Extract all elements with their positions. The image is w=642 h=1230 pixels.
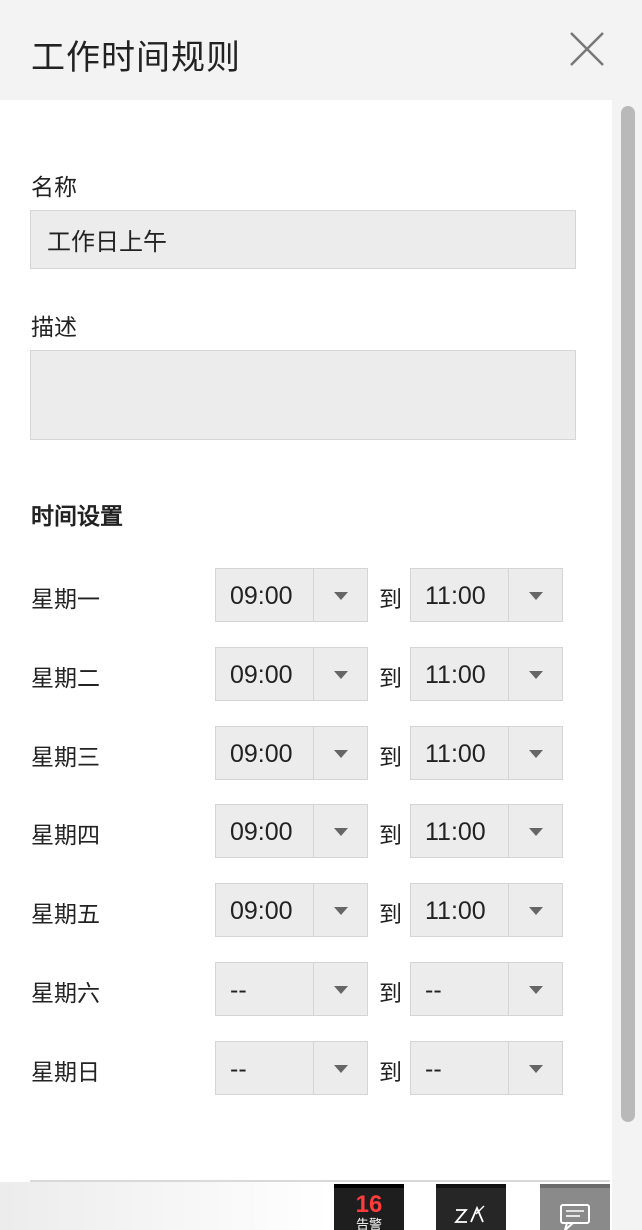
end-time-value: 11:00 [425,661,486,689]
end-time-dropdown-button[interactable] [508,805,562,857]
end-time-dropdown-button[interactable] [508,963,562,1015]
end-time-dropdown-button[interactable] [508,648,562,700]
to-label: 到 [379,981,402,1007]
to-label: 到 [379,823,402,849]
chevron-down-icon [529,592,543,600]
to-label: 到 [379,902,402,928]
day-label: 星期二 [31,666,100,692]
chat-button[interactable] [540,1184,610,1230]
start-time-dropdown-button[interactable] [313,805,367,857]
chevron-down-icon [529,986,543,994]
chevron-down-icon [529,828,543,836]
chevron-down-icon [334,907,348,915]
start-time-value: -- [230,1055,247,1083]
start-time-select[interactable]: 09:00 [215,647,368,701]
close-icon [570,32,604,66]
end-time-select[interactable]: 11:00 [410,568,563,622]
to-label: 到 [379,745,402,771]
start-time-select[interactable]: 09:00 [215,804,368,858]
chevron-down-icon [334,592,348,600]
end-time-value: 11:00 [425,897,486,925]
chevron-down-icon [529,907,543,915]
start-time-dropdown-button[interactable] [313,727,367,779]
chevron-down-icon [334,828,348,836]
start-time-select[interactable]: 09:00 [215,568,368,622]
end-time-dropdown-button[interactable] [508,884,562,936]
dialog-header: 工作时间规则 [0,0,642,100]
start-time-value: 09:00 [230,897,293,925]
end-time-dropdown-button[interactable] [508,727,562,779]
end-time-dropdown-button[interactable] [508,569,562,621]
start-time-value: 09:00 [230,818,293,846]
start-time-value: -- [230,976,247,1004]
end-time-dropdown-button[interactable] [508,1042,562,1094]
name-input[interactable] [30,210,576,269]
to-label: 到 [379,587,402,613]
day-label: 星期六 [31,981,100,1007]
end-time-select[interactable]: -- [410,962,563,1016]
scrollbar-thumb[interactable] [621,106,635,1122]
day-label: 星期日 [31,1060,100,1086]
footer-divider [30,1180,610,1182]
start-time-value: 09:00 [230,582,293,610]
footer-shadow [0,1182,330,1230]
time-settings-title: 时间设置 [31,504,123,530]
end-time-value: 11:00 [425,582,486,610]
dialog-title: 工作时间规则 [31,38,241,78]
start-time-select[interactable]: -- [215,962,368,1016]
alarm-button[interactable]: 16 告警 [334,1184,404,1230]
day-label: 星期三 [31,745,100,771]
start-time-dropdown-button[interactable] [313,569,367,621]
alarm-count: 16 [355,1191,383,1218]
end-time-value: -- [425,1055,442,1083]
to-label: 到 [379,666,402,692]
chevron-down-icon [334,671,348,679]
day-label: 星期一 [31,587,100,613]
end-time-select[interactable]: 11:00 [410,726,563,780]
description-input[interactable] [30,350,576,440]
end-time-select[interactable]: -- [410,1041,563,1095]
start-time-dropdown-button[interactable] [313,884,367,936]
day-label: 星期四 [31,823,100,849]
end-time-select[interactable]: 11:00 [410,883,563,937]
start-time-value: 09:00 [230,661,293,689]
end-time-value: 11:00 [425,740,486,768]
chevron-down-icon [529,671,543,679]
start-time-dropdown-button[interactable] [313,648,367,700]
chevron-down-icon [334,750,348,758]
end-time-value: -- [425,976,442,1004]
alarm-label: 告警 [355,1218,382,1230]
start-time-dropdown-button[interactable] [313,963,367,1015]
description-label: 描述 [31,315,77,341]
chat-icon [560,1204,590,1230]
brand-logo-button[interactable] [436,1184,506,1230]
to-label: 到 [379,1060,402,1086]
brand-logo-icon [454,1205,485,1223]
day-label: 星期五 [31,902,100,928]
chevron-down-icon [529,750,543,758]
end-time-value: 11:00 [425,818,486,846]
start-time-value: 09:00 [230,740,293,768]
start-time-dropdown-button[interactable] [313,1042,367,1094]
name-label: 名称 [31,175,77,201]
chevron-down-icon [334,1065,348,1073]
start-time-select[interactable]: 09:00 [215,726,368,780]
end-time-select[interactable]: 11:00 [410,804,563,858]
chevron-down-icon [529,1065,543,1073]
start-time-select[interactable]: 09:00 [215,883,368,937]
close-button[interactable] [566,28,608,70]
chevron-down-icon [334,986,348,994]
start-time-select[interactable]: -- [215,1041,368,1095]
end-time-select[interactable]: 11:00 [410,647,563,701]
